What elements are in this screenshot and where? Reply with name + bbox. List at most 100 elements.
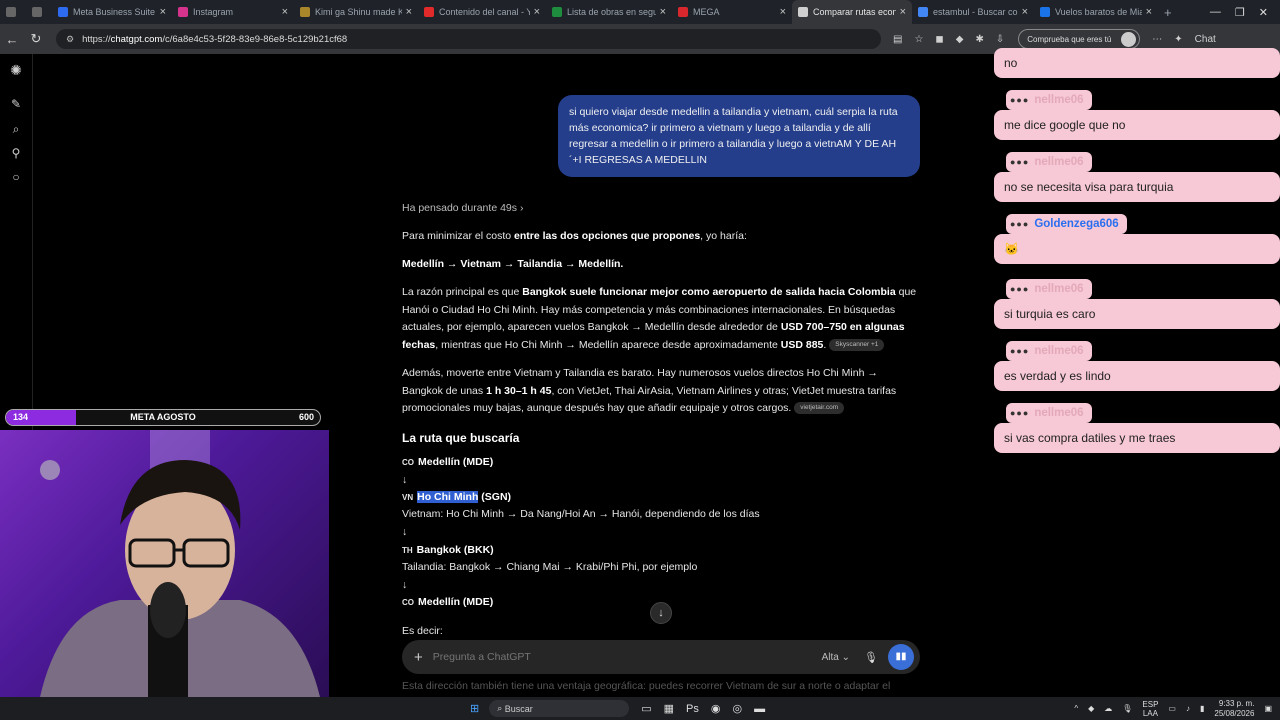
clock[interactable]: 9:33 p. m. 25/08/2026	[1214, 699, 1254, 719]
cloud-icon[interactable]: ☁	[1104, 704, 1112, 713]
chat-message-text: me dice google que no	[1004, 118, 1126, 132]
route-arrow: ↓	[402, 579, 408, 591]
minimize-icon[interactable]: —	[1210, 6, 1221, 19]
extensions-puzzle-icon[interactable]: ✱	[975, 34, 983, 45]
language-indicator[interactable]: ESP LAA	[1142, 700, 1158, 718]
notification-icon[interactable]: ▣	[1264, 704, 1272, 713]
obs-icon[interactable]: ◉	[711, 702, 721, 715]
browser-tab[interactable]: Comparar rutas económ ×	[792, 0, 912, 24]
voice-mode-button[interactable]: ▮▮	[888, 644, 914, 670]
microphone-tray-icon[interactable]: 🎙	[1122, 704, 1132, 713]
file-explorer-icon[interactable]: ▬	[754, 703, 765, 715]
microphone-icon[interactable]: 🎙	[864, 651, 878, 664]
close-tab-icon[interactable]: ×	[1146, 6, 1152, 18]
url-field[interactable]: ⚙ https://chatgpt.com/c/6a8e4c53-5f28-83…	[56, 29, 881, 49]
captcha-pill[interactable]: Comprueba que eres tú	[1018, 29, 1141, 49]
tab-favicon-icon	[300, 7, 310, 17]
close-tab-icon[interactable]: ×	[900, 6, 906, 18]
tab-label: Contenido del canal - Y	[439, 7, 530, 17]
answer-paragraph: Además, moverte entre Vietnam y Tailandi…	[402, 365, 917, 418]
taskbar-search[interactable]: ⌕ Buscar	[489, 700, 630, 717]
browser-tab[interactable]: estambul - Buscar con ×	[912, 0, 1034, 24]
maximize-icon[interactable]: ❐	[1235, 6, 1245, 19]
task-view-icon[interactable]: ▭	[641, 702, 651, 715]
chat-assistant-icon[interactable]: ✦	[1174, 34, 1182, 45]
menu-dots-icon[interactable]: ⋯	[1152, 34, 1162, 45]
prompt-input[interactable]	[432, 651, 822, 663]
flag-label: TH	[402, 546, 413, 555]
downloads-icon[interactable]: ⇩	[996, 34, 1004, 45]
reader-icon[interactable]: ▤	[893, 34, 902, 45]
taskbar: ⊞ ⌕ Buscar ▭ ▦ Ps ◉ ◎ ▬ ^ ◆ ☁ 🎙 ESP LAA ▭…	[0, 697, 1280, 720]
search-icon[interactable]: ⌕	[8, 122, 24, 137]
browser-tab[interactable]: MEGA ×	[672, 0, 792, 24]
answer-bold: entre las dos opciones que propones	[514, 230, 701, 242]
chat-username: nellme06	[1034, 283, 1084, 295]
route-city-selected: Ho Chi Minh	[417, 491, 479, 503]
network-icon[interactable]: ▭	[1168, 704, 1176, 713]
back-icon[interactable]: ←	[0, 32, 24, 47]
browser-tab[interactable]: Meta Business Suite ×	[52, 0, 172, 24]
chat-button[interactable]: Chat	[1195, 34, 1216, 45]
volume-icon[interactable]: ♪	[1186, 704, 1190, 713]
new-tab-button[interactable]: +	[1158, 0, 1184, 24]
close-tab-icon[interactable]: ×	[160, 6, 166, 18]
tab-actions-icon[interactable]	[0, 0, 26, 24]
extension-icon[interactable]: ◼	[935, 34, 943, 45]
chevron-right-icon: ›	[519, 202, 524, 214]
chatgpt-logo-icon[interactable]: ✺	[8, 62, 24, 79]
profile-avatar[interactable]	[1121, 32, 1137, 47]
layout-label: LAA	[1142, 708, 1158, 718]
new-chat-icon[interactable]: ✎	[8, 97, 24, 111]
tab-favicon-icon	[178, 7, 188, 17]
tab-label: Vuelos baratos de Mia	[1055, 7, 1142, 17]
close-tab-icon[interactable]: ×	[534, 6, 540, 18]
chat-username-tag: ●●● nellme06	[1006, 279, 1092, 299]
close-tab-icon[interactable]: ×	[1022, 6, 1028, 18]
stream-chat-overlay: no ●●● nellme06 me dice google que no ●●● nel…	[994, 48, 1280, 697]
extension-icon[interactable]: ◆	[956, 34, 964, 45]
tab-label: Lista de obras en segu	[567, 7, 656, 17]
reload-icon[interactable]: ↻	[24, 31, 48, 47]
chat-message-text: si turquia es caro	[1004, 307, 1096, 321]
chat-username-tag: ●●● Goldenzega606	[1006, 214, 1127, 234]
tray-app-icon[interactable]: ◆	[1088, 704, 1094, 713]
close-tab-icon[interactable]: ×	[406, 6, 412, 18]
close-tab-icon[interactable]: ×	[660, 6, 666, 18]
browser-tab[interactable]: Lista de obras en segu ×	[546, 0, 672, 24]
tab-workspaces-icon[interactable]	[26, 0, 52, 24]
close-tab-icon[interactable]: ×	[780, 6, 786, 18]
browser-tab[interactable]: Kimi ga Shinu made Koi ×	[294, 0, 418, 24]
composer: + Alta ⌄ 🎙 ▮▮	[402, 640, 920, 674]
route-description: Tailandia: Bangkok → Chiang Mai → Krabi/…	[402, 561, 698, 573]
chat-message: no se necesita visa para turquia	[994, 172, 1280, 202]
answer-text: Para minimizar el costo	[402, 230, 515, 242]
browser-tab[interactable]: Vuelos baratos de Mia ×	[1034, 0, 1158, 24]
browser-tab[interactable]: Instagram ×	[172, 0, 294, 24]
chevron-up-icon[interactable]: ^	[1074, 704, 1078, 713]
bookmark-star-icon[interactable]: ☆	[914, 34, 923, 45]
battery-icon[interactable]: ▮	[1200, 704, 1204, 713]
site-info-icon[interactable]: ⚙	[66, 34, 74, 45]
calculator-icon[interactable]: ▦	[664, 702, 674, 715]
chrome-icon[interactable]: ◎	[732, 702, 742, 715]
model-label: Alta	[821, 651, 839, 663]
window-controls: — ❐ ✕	[1210, 6, 1280, 19]
scroll-down-button[interactable]: ↓	[650, 602, 672, 624]
source-chip[interactable]: vietjetair.com	[794, 402, 845, 415]
flag-label: CO	[402, 458, 414, 467]
model-selector[interactable]: Alta ⌄	[822, 652, 850, 663]
pin-icon[interactable]: ⚲	[8, 146, 24, 160]
source-chip[interactable]: Skyscanner +1	[829, 338, 885, 351]
answer-text: , mientras que Ho Chi Minh → Medellín ap…	[435, 338, 781, 351]
photoshop-icon[interactable]: Ps	[686, 703, 699, 715]
browser-tab[interactable]: Contenido del canal - Y ×	[418, 0, 546, 24]
plus-icon[interactable]: +	[414, 649, 423, 666]
route-city: Medellín (MDE)	[418, 456, 494, 468]
chat-bubble-icon[interactable]: ○	[8, 170, 24, 184]
windows-start-icon[interactable]: ⊞	[470, 702, 479, 715]
close-tab-icon[interactable]: ×	[282, 6, 288, 18]
system-tray: ^ ◆ ☁ 🎙 ESP LAA ▭ ♪ ▮ 9:33 p. m. 25/08/202…	[1074, 699, 1280, 719]
close-window-icon[interactable]: ✕	[1259, 6, 1268, 19]
thinking-toggle[interactable]: Ha pensado durante 49s ›	[402, 200, 917, 218]
